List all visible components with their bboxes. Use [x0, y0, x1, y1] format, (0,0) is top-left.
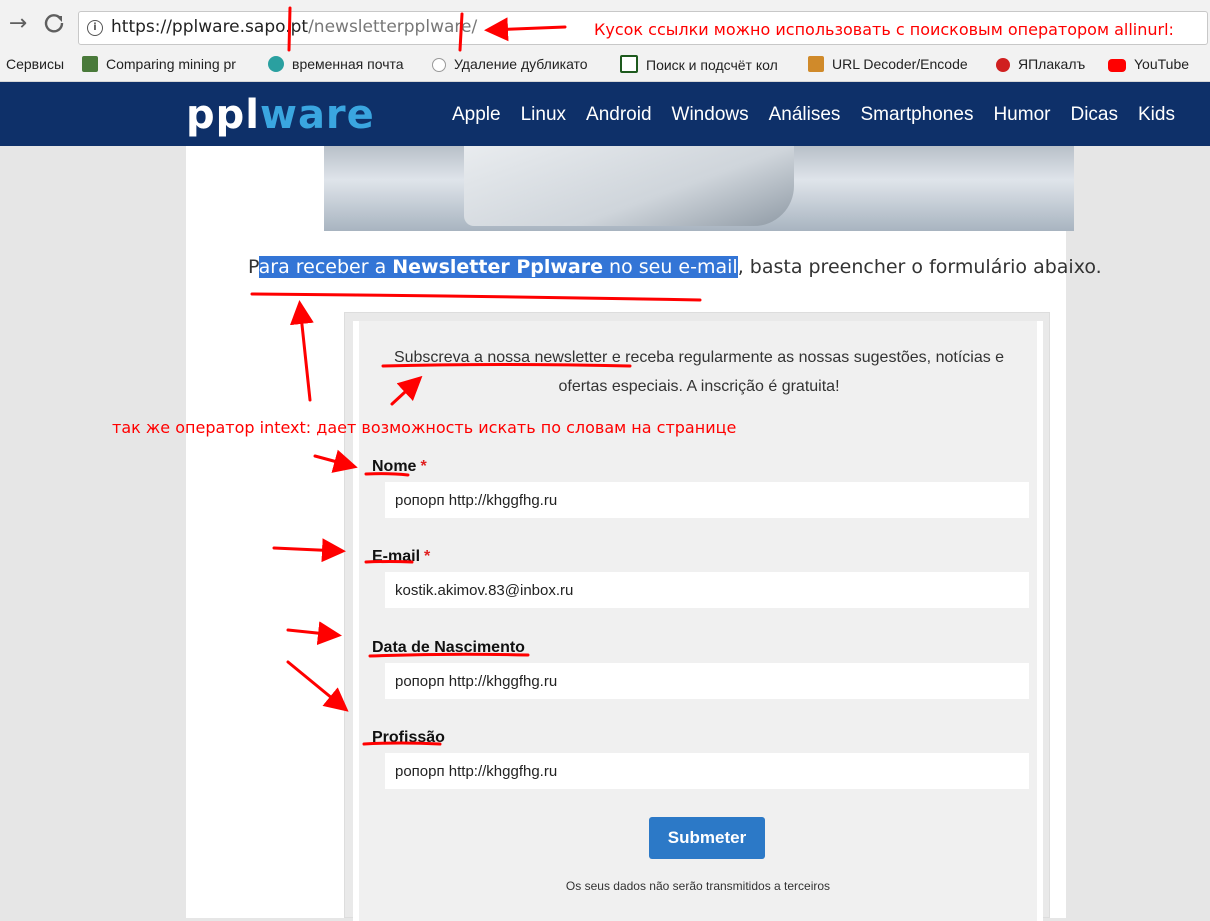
nav-item-android[interactable]: Android: [586, 104, 652, 126]
intro-rest: , basta preencher o formulário abaixo.: [737, 256, 1102, 278]
browser-toolbar: → i https://pplware.sapo.pt/newsletterpp…: [0, 0, 1210, 48]
nav-item-windows[interactable]: Windows: [672, 104, 749, 126]
privacy-note: Os seus dados não serão transmitidos a t…: [565, 879, 831, 893]
tool-icon: [808, 56, 824, 72]
email-label: E-mail *: [372, 548, 430, 566]
annotation-url-note: Кусок ссылки можно использовать с поиско…: [594, 20, 1174, 39]
article-content: Para receber a Newsletter Pplware no seu…: [186, 146, 1102, 921]
youtube-icon: [1108, 59, 1126, 72]
newsletter-form-container: Subscreva a nossa newsletter e receba re…: [344, 312, 1050, 921]
nav-item-smartphones[interactable]: Smartphones: [860, 104, 973, 126]
bookmark-duplicates[interactable]: Удаление дубликато: [432, 55, 606, 75]
reload-icon[interactable]: [42, 12, 66, 36]
site-header: pplware Apple Linux Android Windows Anál…: [0, 82, 1210, 146]
yap-icon: [996, 58, 1010, 72]
profession-input[interactable]: [385, 753, 1029, 789]
name-label-text: Nome: [372, 458, 417, 475]
bookmark-label: Поиск и подсчёт кол: [646, 57, 778, 73]
letter-a-icon: [620, 55, 638, 73]
required-mark: *: [420, 458, 427, 475]
url-path: /newsletterpplware/: [308, 17, 478, 37]
annotation-intext-note: так же оператор intext: дает возможность…: [112, 418, 737, 437]
url-host: https://pplware.sapo.pt: [111, 17, 309, 37]
birthdate-label-text: Data de Nascimento: [372, 639, 525, 656]
profession-label: Profissão: [372, 729, 445, 747]
intro-text: Para receber a Newsletter Pplware no seu…: [248, 256, 1102, 278]
logo-ppl: ppl: [186, 92, 260, 138]
bookmark-label: Удаление дубликато: [454, 56, 588, 72]
bookmark-label: URL Decoder/Encode: [832, 56, 968, 72]
hero-image: [324, 146, 1074, 231]
mail-icon: [268, 56, 284, 72]
intro-sel-part2: no seu e-mail: [603, 256, 738, 278]
mining-icon: [82, 56, 98, 72]
nav-item-humor[interactable]: Humor: [993, 104, 1050, 126]
forward-arrow-icon[interactable]: →: [6, 12, 30, 36]
bookmark-label: Сервисы: [6, 56, 65, 72]
bookmark-search-count[interactable]: Поиск и подсчёт кол: [620, 55, 794, 75]
bookmark-label: временная почта: [292, 56, 404, 72]
site-logo[interactable]: pplware: [186, 92, 375, 138]
birthdate-input[interactable]: [385, 663, 1029, 699]
bookmark-youtube[interactable]: YouTube: [1108, 55, 1208, 75]
bookmark-services[interactable]: Сервисы: [6, 55, 70, 75]
url-text[interactable]: https://pplware.sapo.pt/newsletterpplwar…: [111, 17, 477, 37]
intro-first-letter: P: [248, 256, 259, 278]
bookmark-url-decoder[interactable]: URL Decoder/Encode: [808, 55, 982, 75]
bookmarks-bar: Сервисы Comparing mining pr временная по…: [0, 48, 1210, 82]
form-description: Subscreva a nossa newsletter e receba re…: [393, 349, 1005, 395]
name-input[interactable]: [385, 482, 1029, 518]
nav-item-analises[interactable]: Análises: [769, 104, 841, 126]
magnifier-icon: [432, 58, 446, 72]
logo-ware: ware: [259, 92, 375, 138]
intro-selection: ara receber a Newsletter Pplware no seu …: [258, 256, 738, 278]
email-input[interactable]: [385, 572, 1029, 608]
intro-sel-part1: ara receber a: [258, 256, 393, 278]
nav-item-linux[interactable]: Linux: [521, 104, 566, 126]
bookmark-label: ЯПлакалъ: [1018, 56, 1086, 72]
name-label: Nome *: [372, 458, 427, 476]
submit-button[interactable]: Submeter: [649, 817, 765, 859]
birthdate-label: Data de Nascimento: [372, 639, 525, 657]
bookmark-temp-mail[interactable]: временная почта: [268, 55, 420, 75]
profession-label-text: Profissão: [372, 729, 445, 746]
bookmark-label: Comparing mining pr: [106, 56, 236, 72]
newsletter-form: Subscreva a nossa newsletter e receba re…: [353, 321, 1043, 921]
email-label-text: E-mail: [372, 548, 421, 565]
intro-sel-bold: Newsletter Pplware: [392, 256, 604, 278]
required-mark: *: [424, 548, 431, 565]
main-nav: Apple Linux Android Windows Análises Sma…: [452, 104, 1175, 126]
nav-item-kids[interactable]: Kids: [1138, 104, 1175, 126]
reload-glyph: [44, 14, 64, 33]
bookmark-yaplakal[interactable]: ЯПлакалъ: [996, 55, 1096, 75]
bookmark-label: YouTube: [1134, 56, 1190, 72]
bookmark-comparing-mining[interactable]: Comparing mining pr: [82, 55, 252, 75]
info-icon[interactable]: i: [87, 20, 103, 36]
nav-item-apple[interactable]: Apple: [452, 104, 501, 126]
nav-item-dicas[interactable]: Dicas: [1070, 104, 1118, 126]
